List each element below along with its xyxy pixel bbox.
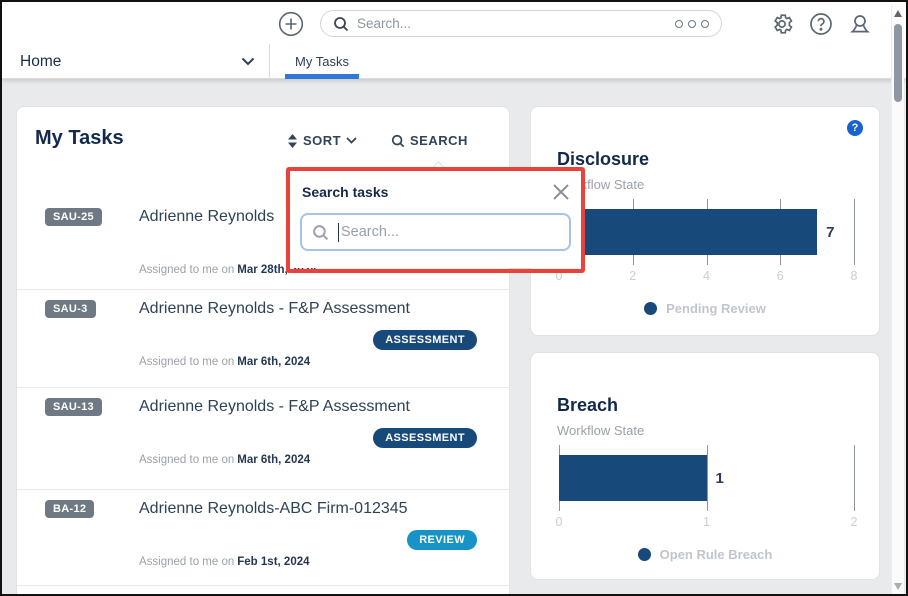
axis-tick [854, 445, 855, 511]
task-row[interactable]: BA-12 Adrienne Reynolds-ABC Firm-012345 … [17, 490, 511, 586]
close-button[interactable] [551, 182, 571, 202]
task-row[interactable]: SAU-3 Adrienne Reynolds - F&P Assessment… [17, 290, 511, 388]
settings-button[interactable] [769, 11, 794, 36]
person-icon [848, 12, 872, 36]
axis-tick-label: 2 [851, 515, 858, 529]
status-badge: ASSESSMENT [373, 428, 477, 448]
axis-tick-label: 1 [703, 515, 710, 529]
disclosure-card: ? Disclosure Workflow State 7 02468 Pend… [530, 106, 880, 336]
gear-icon [770, 12, 794, 36]
legend-item[interactable]: Open Rule Breach [531, 547, 879, 562]
search-icon [391, 134, 405, 148]
nav-divider [269, 44, 270, 79]
assigned-line: Assigned to me onMar 6th, 2024 [17, 356, 511, 368]
top-bar [2, 2, 906, 44]
app-window: Home My Tasks My Tasks SORT [0, 0, 908, 596]
scroll-down-arrow[interactable] [894, 583, 902, 590]
card-help-icon[interactable]: ? [847, 120, 863, 136]
bar-chart-plot: 7 [559, 199, 854, 265]
search-tasks-popup: Search tasks [290, 171, 581, 268]
bar-value-label: 1 [716, 470, 724, 487]
task-id-badge: BA-12 [45, 500, 94, 518]
task-id-badge: SAU-25 [45, 208, 102, 226]
popup-title: Search tasks [302, 184, 388, 200]
legend-label: Open Rule Breach [660, 547, 773, 562]
assigned-date: Mar 6th, 2024 [237, 454, 310, 466]
account-button[interactable] [847, 11, 872, 36]
chevron-down-icon [346, 137, 357, 144]
task-search-input[interactable] [341, 224, 559, 240]
axis-tick-label: 8 [851, 269, 858, 283]
global-search-bar[interactable] [320, 10, 722, 37]
task-search-button[interactable]: SEARCH [391, 133, 468, 148]
assigned-date: Feb 1st, 2024 [237, 556, 309, 568]
plus-circle-icon [278, 11, 304, 37]
legend-dot [644, 302, 657, 315]
task-title[interactable]: Adrienne Reynolds - F&P Assessment [139, 300, 410, 318]
axis-tick-label: 6 [777, 269, 784, 283]
tab-label: My Tasks [295, 54, 349, 69]
chart-title: Breach [557, 395, 618, 416]
task-search-field[interactable] [300, 213, 571, 251]
vertical-scrollbar[interactable] [891, 4, 904, 596]
sort-icon [287, 134, 298, 148]
axis-labels: 02468 [559, 269, 854, 285]
help-button[interactable] [808, 11, 833, 36]
text-cursor [338, 223, 339, 242]
scroll-thumb[interactable] [894, 24, 902, 102]
search-icon [312, 224, 329, 241]
nav-bar: Home My Tasks [2, 44, 906, 79]
task-id-badge: SAU-3 [45, 300, 96, 318]
assigned-date: Mar 6th, 2024 [237, 356, 310, 368]
legend-label: Pending Review [666, 301, 766, 316]
status-badge: REVIEW [407, 530, 477, 550]
tab-active-underline [285, 74, 359, 79]
home-dropdown[interactable]: Home [2, 44, 269, 79]
bar-chart-plot: 1 [559, 445, 854, 511]
legend-dot [638, 548, 651, 561]
task-title[interactable]: Adrienne Reynolds - F&P Assessment [139, 398, 410, 416]
assigned-line: Assigned to me onFeb 1st, 2024 [17, 556, 511, 568]
search-options-icon[interactable] [675, 20, 709, 28]
axis-tick-label: 0 [556, 515, 563, 529]
sort-button[interactable]: SORT [287, 133, 357, 148]
axis-tick-label: 4 [703, 269, 710, 283]
task-row[interactable]: SAU-13 Adrienne Reynolds - F&P Assessmen… [17, 388, 511, 490]
chart-bar[interactable] [559, 209, 817, 255]
tab-my-tasks[interactable]: My Tasks [285, 44, 359, 79]
task-id-badge: SAU-13 [45, 398, 102, 416]
task-title[interactable]: Adrienne Reynolds-ABC Firm-012345 [139, 500, 408, 518]
task-title[interactable]: Adrienne Reynolds [139, 208, 274, 226]
bar-value-label: 7 [826, 224, 834, 241]
status-badge: ASSESSMENT [373, 330, 477, 350]
chevron-down-icon [241, 57, 255, 66]
breach-card: Breach Workflow State 1 0 1 2 Open Rule Br… [530, 352, 880, 580]
assigned-line: Assigned to me onMar 6th, 2024 [17, 454, 511, 466]
chart-bar[interactable] [559, 455, 707, 501]
axis-tick-label: 2 [629, 269, 636, 283]
panel-title: My Tasks [35, 127, 124, 150]
scroll-up-arrow[interactable] [894, 10, 902, 17]
axis-tick [854, 199, 855, 265]
chart-title: Disclosure [557, 149, 649, 170]
close-icon [552, 183, 570, 201]
legend-item[interactable]: Pending Review [531, 301, 879, 316]
create-button[interactable] [278, 11, 304, 37]
axis-tick-label: 0 [556, 269, 563, 283]
question-circle-icon [809, 12, 833, 36]
global-search-input[interactable] [357, 16, 675, 31]
axis-labels: 012 [559, 515, 854, 531]
search-icon [333, 16, 349, 32]
chart-subtitle: Workflow State [557, 423, 644, 438]
home-label: Home [20, 53, 61, 71]
